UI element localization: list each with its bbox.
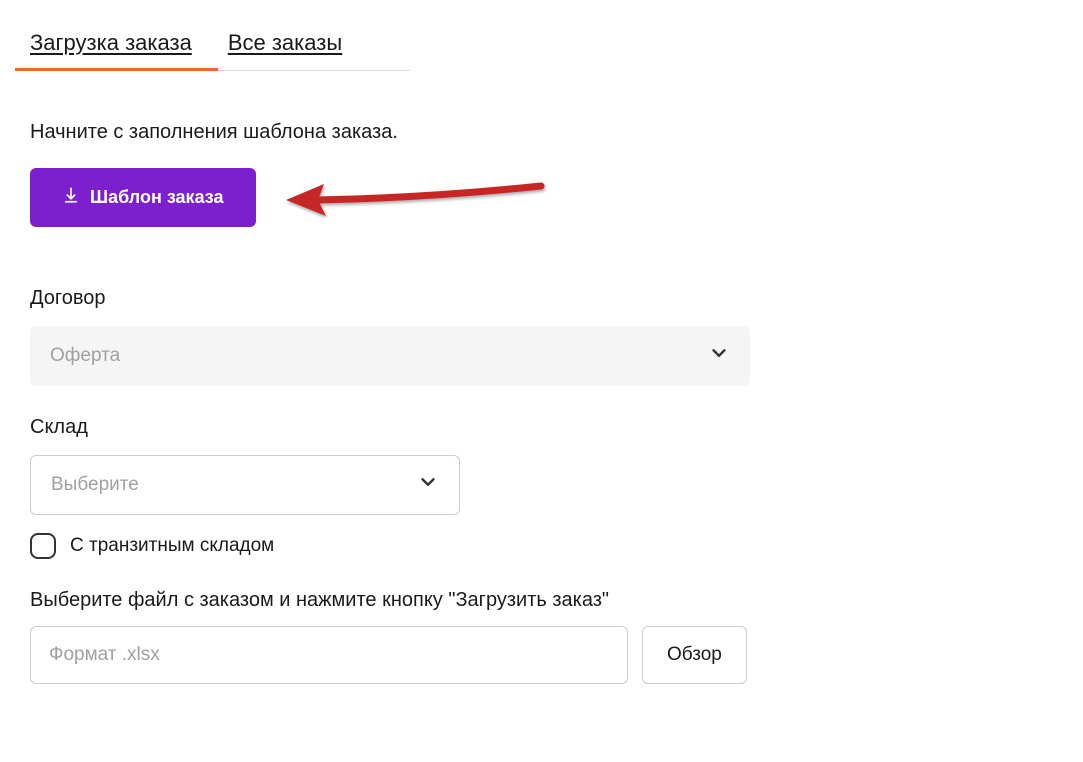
contract-group: Договор Оферта [30,287,1053,386]
transit-checkbox-label: С транзитным складом [70,535,274,557]
chevron-down-icon [708,342,730,370]
instruction-text: Начните с заполнения шаблона заказа. [30,121,1053,144]
file-row: Обзор [30,626,1053,684]
download-template-button[interactable]: Шаблон заказа [30,168,256,227]
browse-button[interactable]: Обзор [642,626,747,684]
warehouse-select-placeholder: Выберите [51,474,139,496]
download-button-label: Шаблон заказа [90,187,224,208]
warehouse-label: Склад [30,416,1053,439]
transit-checkbox-row: С транзитным складом [30,533,1053,559]
transit-checkbox[interactable] [30,533,56,559]
tab-upload-order[interactable]: Загрузка заказа [30,30,192,70]
annotation-arrow [286,178,546,218]
contract-select[interactable]: Оферта [30,326,750,386]
download-row: Шаблон заказа [30,168,1053,227]
file-group: Выберите файл с заказом и нажмите кнопку… [30,589,1053,684]
tabs: Загрузка заказа Все заказы [30,30,410,71]
warehouse-group: Склад Выберите С транзитным складом [30,416,1053,559]
contract-select-value: Оферта [50,345,120,367]
warehouse-select[interactable]: Выберите [30,455,460,515]
chevron-down-icon [417,471,439,499]
file-input[interactable] [30,626,628,684]
contract-label: Договор [30,287,1053,310]
tab-all-orders[interactable]: Все заказы [228,30,342,70]
file-label: Выберите файл с заказом и нажмите кнопку… [30,589,1053,612]
download-icon [62,186,80,209]
